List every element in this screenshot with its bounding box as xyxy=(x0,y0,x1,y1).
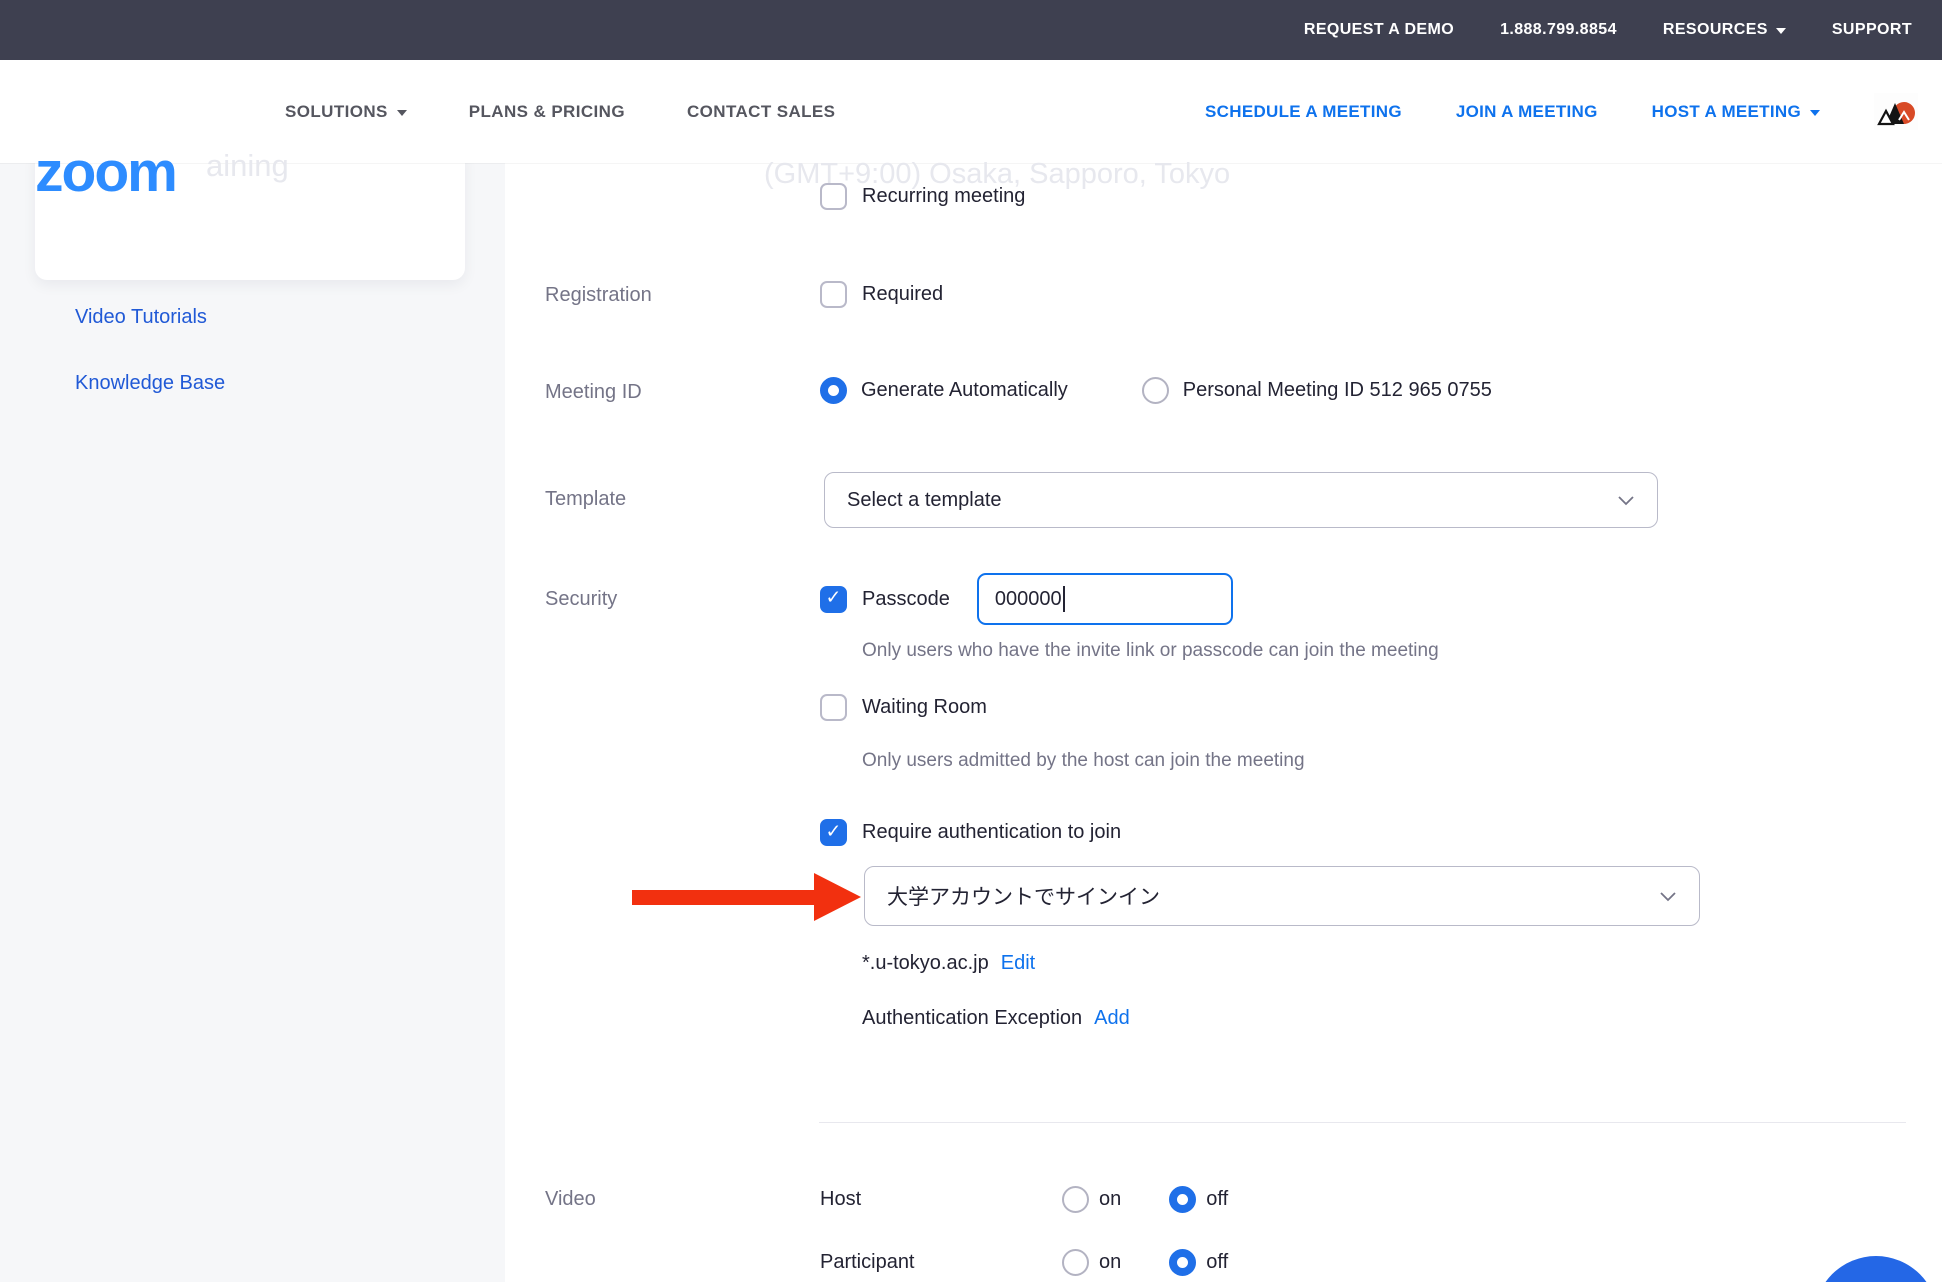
nav-host-meeting[interactable]: HOST A MEETING xyxy=(1652,102,1820,122)
passcode-checkbox[interactable] xyxy=(820,586,847,613)
text-caret xyxy=(1063,586,1065,612)
video-host-label: Host xyxy=(820,1188,1062,1211)
registration-label: Registration xyxy=(545,284,652,307)
zoom-logo[interactable]: zoom xyxy=(35,144,176,201)
video-label: Video xyxy=(545,1188,596,1211)
support-link[interactable]: SUPPORT xyxy=(1832,21,1912,39)
caret-down-icon xyxy=(1776,28,1786,34)
zoom-web-page: REQUEST A DEMO 1.888.799.8854 RESOURCES … xyxy=(0,0,1942,1282)
auth-domain-text: *.u-tokyo.ac.jp xyxy=(862,952,989,975)
utility-topbar: REQUEST A DEMO 1.888.799.8854 RESOURCES … xyxy=(0,0,1942,60)
main-navbar: aining (GMT+9:00) Osaka, Sapporo, Tokyo … xyxy=(0,60,1942,163)
auth-method-select[interactable]: 大学アカウントでサインイン xyxy=(864,866,1700,926)
profile-avatar[interactable] xyxy=(1874,93,1918,130)
participant-video-off-label: off xyxy=(1206,1251,1228,1274)
red-arrow-annotation xyxy=(632,872,862,922)
waiting-room-checkbox[interactable] xyxy=(820,694,847,721)
participant-video-on-radio[interactable] xyxy=(1062,1249,1089,1276)
waiting-room-label: Waiting Room xyxy=(862,696,987,719)
auth-domain-row: *.u-tokyo.ac.jp Edit xyxy=(862,952,1035,975)
waiting-room-help-text: Only users admitted by the host can join… xyxy=(862,750,1305,772)
caret-down-icon xyxy=(397,110,407,116)
caret-down-icon xyxy=(1810,110,1820,116)
auth-method-value: 大学アカウントでサインイン xyxy=(887,881,1160,911)
generate-automatically-radio[interactable] xyxy=(820,377,847,404)
add-exception-link[interactable]: Add xyxy=(1094,1007,1130,1030)
waiting-room-row: Waiting Room xyxy=(820,694,987,721)
chevron-down-icon xyxy=(1659,891,1677,902)
require-auth-checkbox[interactable] xyxy=(820,819,847,846)
section-divider xyxy=(819,1122,1906,1123)
passcode-input[interactable]: 000000 xyxy=(977,573,1233,625)
edit-domain-link[interactable]: Edit xyxy=(1001,952,1035,975)
chevron-down-icon xyxy=(1617,495,1635,506)
personal-meeting-id-radio[interactable] xyxy=(1142,377,1169,404)
avatar-mountain-logo-icon xyxy=(1874,93,1918,130)
nav-join-meeting[interactable]: JOIN A MEETING xyxy=(1456,102,1598,122)
registration-required-checkbox[interactable] xyxy=(820,281,847,308)
template-select[interactable]: Select a template xyxy=(824,472,1658,528)
host-video-off-label: off xyxy=(1206,1188,1228,1211)
template-label: Template xyxy=(545,488,626,511)
sidebar-item-knowledge-base[interactable]: Knowledge Base xyxy=(75,372,225,395)
passcode-help-text: Only users who have the invite link or p… xyxy=(862,640,1439,662)
nav-left-group: SOLUTIONS PLANS & PRICING CONTACT SALES xyxy=(285,60,835,163)
nav-solutions[interactable]: SOLUTIONS xyxy=(285,102,407,122)
meeting-id-row: Generate Automatically Personal Meeting … xyxy=(820,377,1492,404)
passcode-label: Passcode xyxy=(862,588,950,611)
phone-number-link[interactable]: 1.888.799.8854 xyxy=(1500,21,1617,39)
require-auth-label: Require authentication to join xyxy=(862,821,1121,844)
video-participant-label: Participant xyxy=(820,1251,1062,1274)
passcode-row: Passcode 000000 xyxy=(820,573,1233,625)
generate-automatically-label: Generate Automatically xyxy=(861,379,1068,402)
require-auth-row: Require authentication to join xyxy=(820,819,1121,846)
recurring-meeting-checkbox[interactable] xyxy=(820,183,847,210)
nav-contact-sales[interactable]: CONTACT SALES xyxy=(687,102,835,122)
request-demo-link[interactable]: REQUEST A DEMO xyxy=(1304,21,1454,39)
participant-video-on-label: on xyxy=(1099,1251,1121,1274)
nav-schedule-meeting[interactable]: SCHEDULE A MEETING xyxy=(1205,102,1402,122)
registration-row: Required xyxy=(820,281,943,308)
nav-right-group: SCHEDULE A MEETING JOIN A MEETING HOST A… xyxy=(1205,60,1918,163)
video-participant-row: Participant on off xyxy=(820,1249,1228,1276)
host-video-on-label: on xyxy=(1099,1188,1121,1211)
auth-exception-row: Authentication Exception Add xyxy=(862,1007,1130,1030)
auth-exception-label: Authentication Exception xyxy=(862,1007,1082,1030)
security-label: Security xyxy=(545,588,617,611)
recurring-meeting-row: Recurring meeting xyxy=(820,183,1025,210)
registration-required-label: Required xyxy=(862,283,943,306)
host-video-off-radio[interactable] xyxy=(1169,1186,1196,1213)
passcode-value: 000000 xyxy=(995,588,1062,611)
help-chat-button[interactable] xyxy=(1814,1256,1938,1282)
recurring-meeting-label: Recurring meeting xyxy=(862,185,1025,208)
left-background-pane xyxy=(0,163,505,1282)
participant-video-off-radio[interactable] xyxy=(1169,1249,1196,1276)
video-host-row: Host on off xyxy=(820,1186,1228,1213)
meeting-id-label: Meeting ID xyxy=(545,381,642,404)
template-select-value: Select a template xyxy=(847,489,1002,512)
sidebar-item-video-tutorials[interactable]: Video Tutorials xyxy=(75,306,207,329)
resources-menu[interactable]: RESOURCES xyxy=(1663,21,1786,39)
nav-plans-pricing[interactable]: PLANS & PRICING xyxy=(469,102,625,122)
personal-meeting-id-label: Personal Meeting ID 512 965 0755 xyxy=(1183,379,1492,402)
host-video-on-radio[interactable] xyxy=(1062,1186,1089,1213)
